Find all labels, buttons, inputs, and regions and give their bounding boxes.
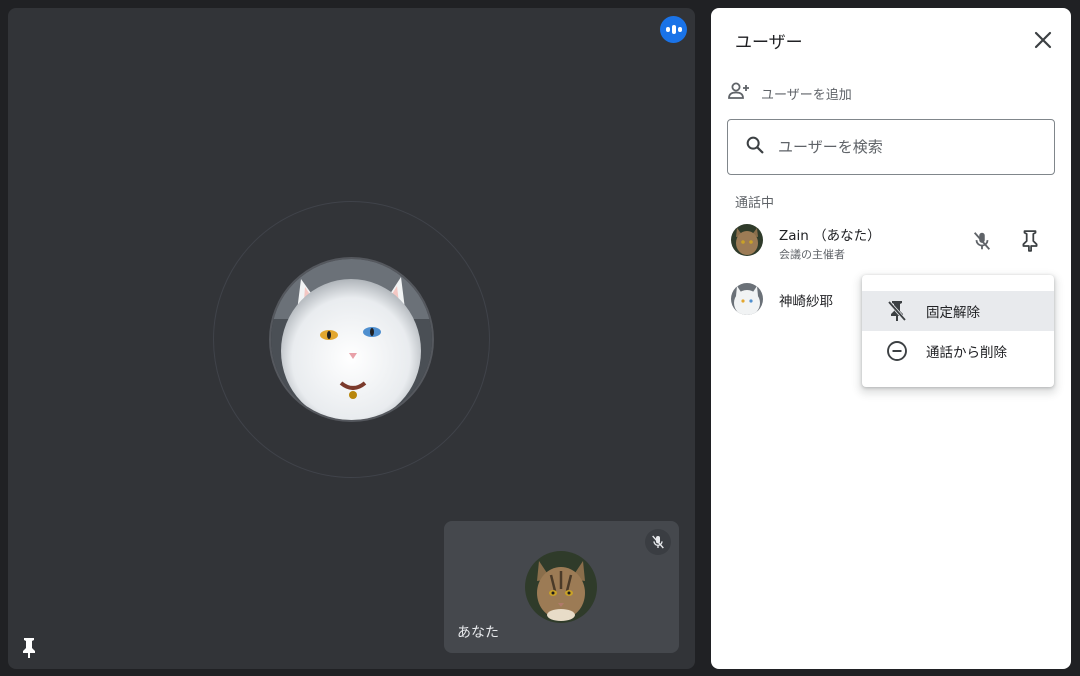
menu-item-unpin[interactable]: 固定解除 <box>862 291 1054 331</box>
main-participant-avatar <box>269 257 434 422</box>
search-input[interactable] <box>778 138 1028 156</box>
audio-indicator-icon <box>660 16 687 43</box>
panel-title: ユーザー <box>735 33 803 53</box>
close-icon[interactable] <box>1029 26 1057 54</box>
pin-icon[interactable] <box>1015 226 1045 256</box>
add-user-icon <box>727 79 751 107</box>
avatar <box>731 224 763 256</box>
self-tile-name: あなた <box>457 625 499 641</box>
self-avatar <box>525 551 597 623</box>
add-user-button[interactable]: ユーザーを追加 <box>727 78 852 108</box>
unpin-icon <box>886 300 908 322</box>
search-field[interactable] <box>727 119 1055 175</box>
participant-context-menu: 固定解除 通話から削除 <box>862 275 1054 387</box>
menu-item-remove[interactable]: 通話から削除 <box>862 331 1054 371</box>
remove-circle-icon <box>886 340 908 362</box>
avatar <box>731 283 763 315</box>
self-video-tile[interactable]: あなた <box>444 521 679 653</box>
menu-item-label: 固定解除 <box>926 305 980 321</box>
pin-icon[interactable] <box>20 637 38 659</box>
participant-name: Zain （あなた） <box>779 228 881 244</box>
mic-off-icon[interactable] <box>967 226 997 256</box>
participant-row[interactable]: Zain （あなた） 会議の主催者 <box>727 216 1057 264</box>
section-label-in-call: 通話中 <box>735 196 775 211</box>
menu-item-label: 通話から削除 <box>926 345 1007 361</box>
participant-role: 会議の主催者 <box>779 248 845 261</box>
video-stage: あなた <box>8 8 695 669</box>
add-user-label: ユーザーを追加 <box>761 87 852 103</box>
participant-name: 神崎紗耶 <box>779 294 833 310</box>
search-icon <box>744 134 766 160</box>
mic-off-icon <box>645 529 671 555</box>
